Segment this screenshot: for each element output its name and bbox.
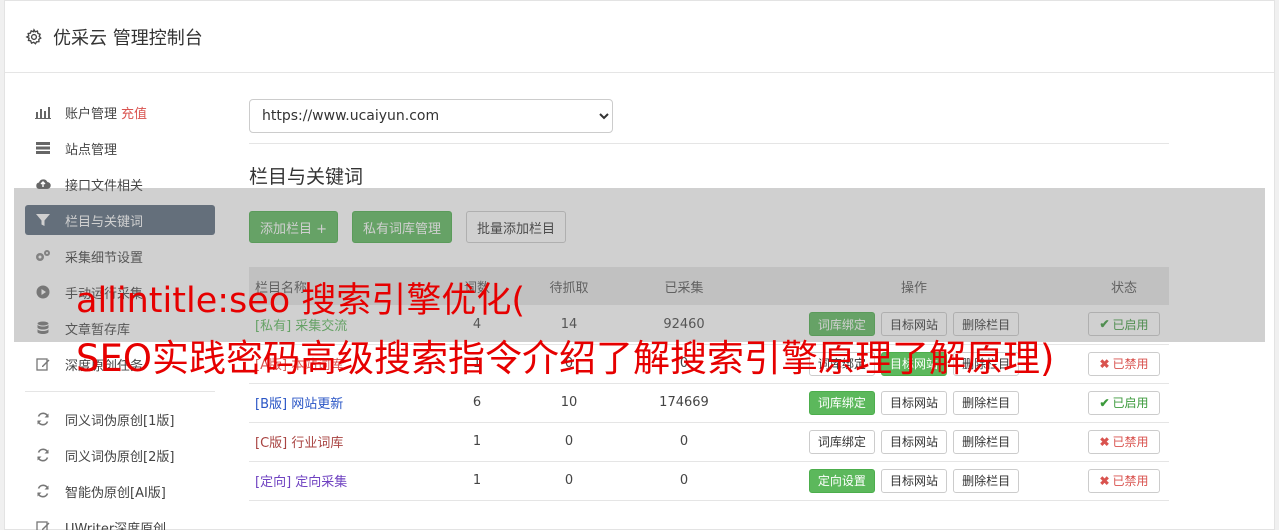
target-site-button[interactable]: 目标网站 <box>880 468 947 493</box>
close-icon: ✖ <box>1099 434 1110 449</box>
delete-column-button[interactable]: 删除栏目 <box>953 429 1020 454</box>
site-select[interactable]: https://www.ucaiyun.com <box>249 99 613 133</box>
check-icon: ✔ <box>1099 395 1110 410</box>
actions-cell: 词库绑定 目标网站 删除栏目 <box>749 383 1079 423</box>
status-cell: ✔ 已启用 <box>1079 383 1169 423</box>
status-cell: ✖ 已禁用 <box>1079 461 1169 501</box>
sidebar-item-account[interactable]: 账户管理 充值 <box>25 97 215 127</box>
status-label: 已禁用 <box>1112 435 1149 449</box>
pending-cell[interactable]: 0 <box>519 461 619 501</box>
sidebar-item-label: 站点管理 <box>65 142 118 158</box>
column-name[interactable]: 行业词库 <box>291 436 343 451</box>
recharge-link[interactable]: 充值 <box>121 103 147 122</box>
status-label: 已禁用 <box>1112 357 1149 371</box>
bind-lib-button[interactable]: 词库绑定 <box>808 390 875 415</box>
pending-cell[interactable]: 0 <box>519 422 619 462</box>
collected-cell: 0 <box>619 461 749 501</box>
column-name-cell[interactable]: [定向] 定向采集 <box>249 461 435 501</box>
pending-cell[interactable]: 10 <box>519 383 619 423</box>
delete-column-button[interactable]: 删除栏目 <box>953 468 1020 493</box>
column-name-cell[interactable]: [B版] 网站更新 <box>249 383 435 423</box>
sidebar-item-synonym-v1[interactable]: 同义词伪原创[1版] <box>25 404 215 434</box>
column-tag: [C版] <box>255 436 288 451</box>
server-icon <box>35 140 51 156</box>
section-title: 栏目与关键词 <box>249 166 364 188</box>
status-toggle[interactable]: ✖ 已禁用 <box>1088 429 1160 454</box>
status-toggle[interactable]: ✔ 已启用 <box>1088 390 1160 415</box>
actions-cell: 定向设置 目标网站 删除栏目 <box>749 461 1079 501</box>
collected-cell: 174669 <box>619 383 749 423</box>
status-label: 已启用 <box>1112 396 1149 410</box>
status-toggle[interactable]: ✖ 已禁用 <box>1088 468 1160 493</box>
directed-settings-button[interactable]: 定向设置 <box>808 468 875 493</box>
table-row: [定向] 定向采集 1 0 0 定向设置 目标网站 删除栏目 ✖ 已禁用 <box>249 461 1169 501</box>
bind-lib-button[interactable]: 词库绑定 <box>808 429 875 454</box>
refresh-icon <box>35 411 51 427</box>
table-row: [B版] 网站更新 6 10 174669 词库绑定 目标网站 删除栏目 ✔ 已启… <box>249 383 1169 423</box>
bar-chart-icon <box>35 104 51 120</box>
status-label: 已禁用 <box>1112 474 1149 488</box>
sidebar-divider <box>25 391 215 392</box>
actions-cell: 词库绑定 目标网站 删除栏目 <box>749 422 1079 462</box>
overlay-caption-line1: allintitle:seo 搜索引擎优化( <box>76 281 525 321</box>
refresh-icon <box>35 483 51 499</box>
overlay-caption-line2: SEO实践密码高级搜索指令介绍了解搜索引擎原理了解原理) <box>76 337 1055 380</box>
status-cell: ✖ 已禁用 <box>1079 344 1169 384</box>
column-name[interactable]: 网站更新 <box>291 397 343 412</box>
header: 优采云 管理控制台 <box>5 1 1274 73</box>
sidebar-item-label: 同义词伪原创[2版] <box>65 449 175 465</box>
edit-icon <box>35 519 51 530</box>
status-cell: ✖ 已禁用 <box>1079 422 1169 462</box>
sidebar-item-uwriter[interactable]: UWriter深度原创 <box>25 512 215 530</box>
sidebar-item-synonym-v2[interactable]: 同义词伪原创[2版] <box>25 440 215 470</box>
words-cell: 1 <box>435 461 519 501</box>
sidebar-item-sites[interactable]: 站点管理 <box>25 133 215 163</box>
sidebar-item-label: UWriter深度原创 <box>65 521 167 530</box>
words-cell: 6 <box>435 383 519 423</box>
column-name-cell[interactable]: [C版] 行业词库 <box>249 422 435 462</box>
column-name[interactable]: 定向采集 <box>295 475 347 490</box>
delete-column-button[interactable]: 删除栏目 <box>953 390 1020 415</box>
target-site-button[interactable]: 目标网站 <box>880 390 947 415</box>
divider <box>249 143 1169 144</box>
gear-icon <box>25 27 42 45</box>
sidebar-item-label: 账户管理 <box>65 106 118 122</box>
close-icon: ✖ <box>1099 356 1110 371</box>
sidebar-item-label: 智能伪原创[AI版] <box>65 485 166 501</box>
close-icon: ✖ <box>1099 473 1110 488</box>
page-title: 优采云 管理控制台 <box>53 27 203 49</box>
words-cell: 1 <box>435 422 519 462</box>
collected-cell: 0 <box>619 422 749 462</box>
sidebar-item-ai-original[interactable]: 智能伪原创[AI版] <box>25 476 215 506</box>
table-row: [C版] 行业词库 1 0 0 词库绑定 目标网站 删除栏目 ✖ 已禁用 <box>249 422 1169 462</box>
target-site-button[interactable]: 目标网站 <box>880 429 947 454</box>
sidebar-item-label: 同义词伪原创[1版] <box>65 413 175 429</box>
refresh-icon <box>35 447 51 463</box>
column-tag: [B版] <box>255 397 288 412</box>
status-toggle[interactable]: ✖ 已禁用 <box>1088 351 1160 376</box>
edit-icon <box>35 356 51 372</box>
column-tag: [定向] <box>255 475 292 490</box>
